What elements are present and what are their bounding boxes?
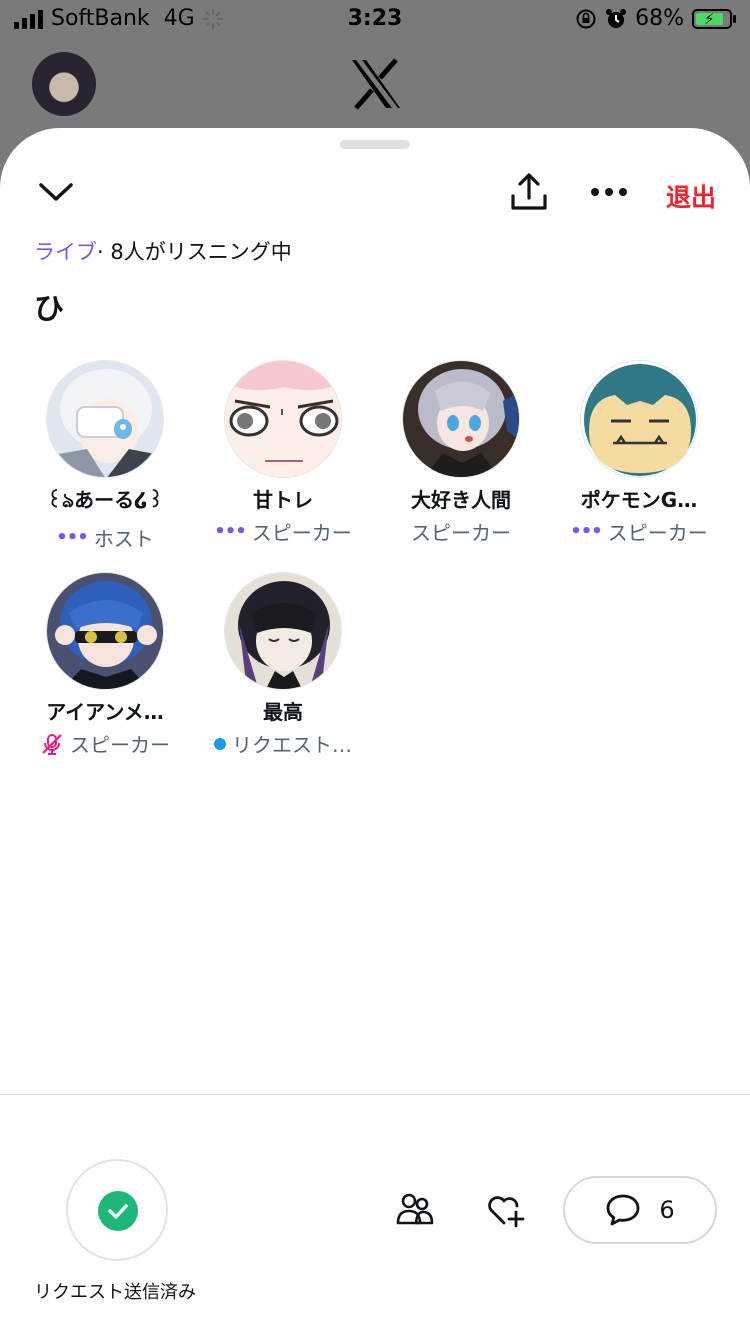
leave-button[interactable]: 退出 bbox=[666, 178, 716, 214]
heart-plus-icon bbox=[488, 1196, 525, 1228]
participant-role: リクエスト… bbox=[232, 733, 352, 757]
silver-haired-anime-avatar bbox=[402, 360, 520, 478]
participant-speaker[interactable]: ポケモンG… ••• スピーカー bbox=[550, 360, 728, 546]
participant-role: スピーカー bbox=[70, 733, 170, 757]
check-icon bbox=[108, 1204, 128, 1219]
anime-face-closeup-avatar bbox=[224, 360, 342, 478]
participant-requester[interactable]: 最高 リクエスト… bbox=[194, 572, 372, 758]
comment-count: 6 bbox=[659, 1196, 675, 1224]
participant-role: スピーカー bbox=[607, 521, 708, 545]
participant-role: スピーカー bbox=[411, 521, 511, 545]
participant-speaker[interactable]: アイアンメ… スピーカー bbox=[16, 572, 194, 758]
participant-name: ポケモンG… bbox=[580, 488, 698, 512]
participant-name: 最高 bbox=[263, 700, 303, 724]
participant-role: ホスト bbox=[93, 527, 154, 551]
battery-charging-icon: ⚡ bbox=[692, 8, 736, 29]
request-dot-icon bbox=[214, 737, 226, 750]
alarm-icon bbox=[606, 8, 627, 28]
participant-name: 甘トレ bbox=[253, 488, 313, 512]
divider bbox=[0, 1094, 750, 1095]
more-icon bbox=[591, 188, 627, 196]
participant-role: スピーカー bbox=[251, 521, 352, 545]
participant-name: 大好き人間 bbox=[411, 488, 511, 512]
white-haired-anime-avatar bbox=[46, 360, 164, 478]
participant-name: アイアンメ… bbox=[46, 700, 164, 724]
space-sheet: 退出 ライブ· 8人がリスニング中 ひ ꒰ঌあーる໒꒱ ••• ホスト 甘トレ … bbox=[0, 128, 750, 1334]
speaking-dots-icon: ••• bbox=[214, 521, 247, 542]
participant-host[interactable]: ꒰ঌあーる໒꒱ ••• ホスト bbox=[16, 360, 194, 552]
black-haired-anime-avatar bbox=[224, 572, 342, 690]
speaking-dots-icon: ••• bbox=[56, 527, 89, 548]
minimize-button[interactable] bbox=[38, 180, 74, 207]
comments-button[interactable]: 6 bbox=[563, 1176, 717, 1244]
muted-mic-icon bbox=[42, 733, 62, 755]
space-title: ひ bbox=[34, 292, 64, 327]
sheet-grabber[interactable] bbox=[340, 140, 410, 149]
blue-haired-anime-avatar bbox=[46, 572, 164, 690]
rotation-lock-icon bbox=[576, 9, 596, 28]
snorlax-avatar bbox=[580, 360, 698, 478]
live-status: ライブ· 8人がリスニング中 bbox=[34, 236, 292, 266]
battery-percent: 68% bbox=[635, 6, 684, 31]
speaking-dots-icon: ••• bbox=[570, 521, 603, 542]
participant-speaker[interactable]: 大好き人間 スピーカー bbox=[372, 360, 550, 546]
status-bar: SoftBank 4G 3:23 68% ⚡ bbox=[0, 0, 750, 42]
react-button[interactable] bbox=[486, 1190, 526, 1231]
participant-name: ꒰ঌあーる໒꒱ bbox=[46, 488, 164, 512]
live-label: ライブ bbox=[34, 240, 97, 264]
participants-button[interactable] bbox=[396, 1190, 434, 1231]
x-logo-icon bbox=[352, 58, 400, 110]
listener-count: · 8人がリスニング中 bbox=[97, 240, 292, 264]
request-sent-button[interactable] bbox=[66, 1159, 168, 1261]
request-sent-label: リクエスト送信済み bbox=[34, 1282, 196, 1303]
share-button[interactable] bbox=[509, 172, 549, 215]
participant-speaker[interactable]: 甘トレ ••• スピーカー bbox=[194, 360, 372, 546]
profile-avatar[interactable] bbox=[32, 52, 96, 116]
chevron-down-icon bbox=[39, 183, 73, 201]
share-icon bbox=[511, 173, 547, 210]
people-icon bbox=[396, 1193, 434, 1225]
comment-icon bbox=[606, 1194, 640, 1226]
more-button[interactable] bbox=[590, 186, 628, 201]
